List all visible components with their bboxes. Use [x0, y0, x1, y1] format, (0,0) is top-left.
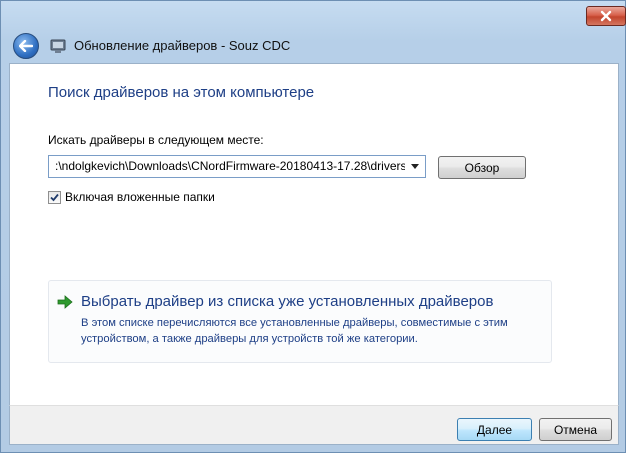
close-icon — [600, 10, 612, 22]
include-subfolders-row[interactable]: Включая вложенные папки — [48, 190, 215, 204]
path-dropdown-button[interactable] — [405, 156, 425, 177]
back-arrow-icon — [19, 39, 33, 52]
button-bar: Далее Отмена — [9, 405, 619, 445]
next-button[interactable]: Далее — [457, 418, 532, 441]
chevron-down-icon — [411, 164, 419, 169]
include-subfolders-label: Включая вложенные папки — [65, 190, 215, 204]
title-bar: Обновление драйверов - Souz CDC — [9, 29, 619, 62]
content-area: Поиск драйверов на этом компьютере Искат… — [9, 63, 619, 405]
browse-button[interactable]: Обзор — [438, 156, 526, 179]
option-title[interactable]: Выбрать драйвер из списка уже установлен… — [81, 293, 493, 310]
option-description: В этом списке перечисляются все установл… — [81, 317, 508, 345]
checkmark-icon — [50, 193, 59, 201]
page-heading: Поиск драйверов на этом компьютере — [48, 84, 315, 101]
include-subfolders-checkbox[interactable] — [48, 190, 61, 204]
path-label: Искать драйверы в следующем месте: — [48, 133, 264, 147]
cancel-button[interactable]: Отмена — [539, 418, 612, 441]
driver-update-window: Обновление драйверов - Souz CDC Поиск др… — [0, 0, 626, 453]
choose-driver-option[interactable]: Выбрать драйвер из списка уже установлен… — [48, 280, 552, 363]
window-title: Обновление драйверов - Souz CDC — [74, 38, 291, 53]
green-arrow-icon — [57, 295, 73, 309]
back-button[interactable] — [13, 32, 39, 59]
path-combobox[interactable]: :\ndolgkevich\Downloads\CNordFirmware-20… — [48, 155, 426, 178]
close-button[interactable] — [586, 6, 626, 26]
device-icon — [50, 39, 66, 53]
path-value: :\ndolgkevich\Downloads\CNordFirmware-20… — [55, 158, 405, 173]
path-input[interactable]: :\ndolgkevich\Downloads\CNordFirmware-20… — [49, 159, 405, 174]
